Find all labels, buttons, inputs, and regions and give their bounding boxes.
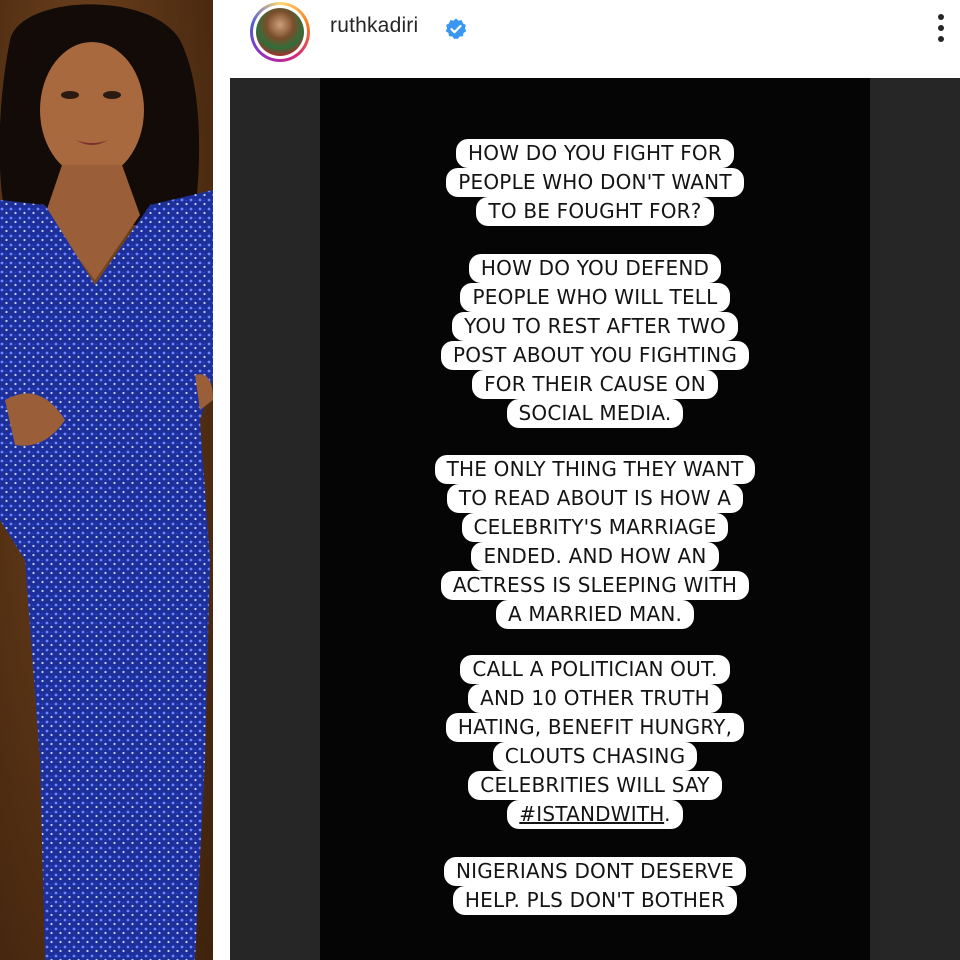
story-line: SOCIAL MEDIA.	[506, 399, 684, 428]
story-line: TO READ ABOUT IS HOW A	[446, 484, 744, 513]
post-header: ruthkadiri	[230, 0, 960, 78]
profile-photo	[0, 0, 213, 960]
verified-badge-icon	[445, 18, 467, 40]
story-line: POST ABOUT YOU FIGHTING	[440, 341, 750, 370]
story-line: TO BE FOUGHT FOR?	[476, 197, 714, 226]
story-block-5: NIGERIANS DONT DESERVE HELP. PLS DON'T B…	[320, 857, 870, 915]
story-line: HOW DO YOU FIGHT FOR	[456, 139, 734, 168]
hashtag-suffix: .	[664, 802, 671, 826]
story-block-3: THE ONLY THING THEY WANT TO READ ABOUT I…	[320, 455, 870, 629]
story-line: HOW DO YOU DEFEND	[468, 254, 722, 283]
story-line: AND 10 OTHER TRUTH	[468, 684, 722, 713]
avatar[interactable]	[250, 2, 310, 62]
story-line: CLOUTS CHASING	[492, 742, 698, 771]
username[interactable]: ruthkadiri	[330, 14, 418, 38]
story-line: A MARRIED MAN.	[495, 600, 695, 629]
story-line: PEOPLE WHO DON'T WANT	[446, 168, 744, 197]
story-line: HELP. PLS DON'T BOTHER	[452, 886, 738, 915]
story-line: CELEBRITY'S MARRIAGE	[461, 513, 729, 542]
woman-in-blue-dress-image	[0, 4, 213, 960]
story-line: THE ONLY THING THEY WANT	[434, 455, 756, 484]
panel-divider	[213, 0, 230, 960]
story-line: ENDED. AND HOW AN	[471, 542, 719, 571]
hashtag-link[interactable]: #ISTANDWITH	[519, 802, 664, 826]
story-line: PEOPLE WHO WILL TELL	[460, 283, 730, 312]
avatar-photo	[256, 8, 304, 56]
story-line: CALL A POLITICIAN OUT.	[460, 655, 730, 684]
story-card: HOW DO YOU FIGHT FOR PEOPLE WHO DON'T WA…	[320, 78, 870, 960]
story-line: CELEBRITIES WILL SAY	[468, 771, 722, 800]
story-line: NIGERIANS DONT DESERVE	[443, 857, 747, 886]
story-line: HATING, BENEFIT HUNGRY,	[445, 713, 745, 742]
story-line: YOU TO REST AFTER TWO	[452, 312, 738, 341]
story-block-4: CALL A POLITICIAN OUT. AND 10 OTHER TRUT…	[320, 655, 870, 829]
story-block-2: HOW DO YOU DEFEND PEOPLE WHO WILL TELL Y…	[320, 254, 870, 428]
story-block-1: HOW DO YOU FIGHT FOR PEOPLE WHO DON'T WA…	[320, 139, 870, 226]
story-line: ACTRESS IS SLEEPING WITH	[440, 571, 750, 600]
more-options-icon[interactable]	[936, 14, 946, 46]
hashtag-line: #ISTANDWITH.	[507, 800, 683, 829]
story-line: FOR THEIR CAUSE ON	[472, 370, 718, 399]
